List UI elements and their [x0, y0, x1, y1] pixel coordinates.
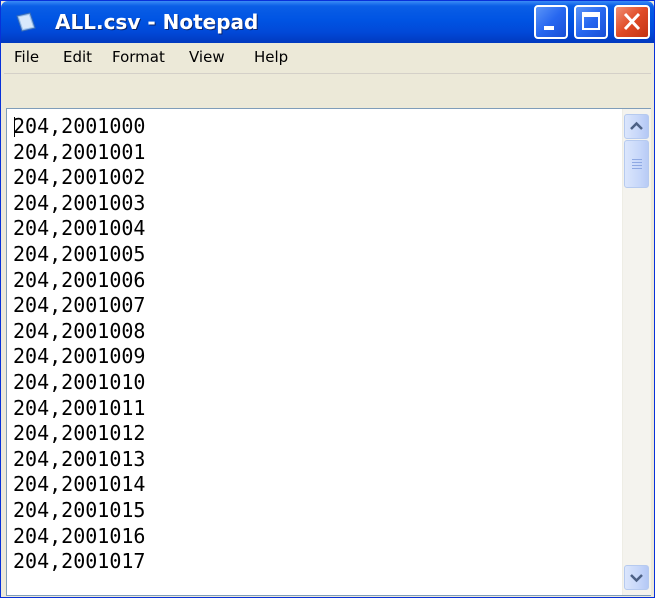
text-line: 204,2001014 [13, 472, 146, 497]
notepad-icon [16, 12, 36, 32]
text-line: 204,2001009 [13, 344, 146, 369]
menu-edit[interactable]: Edit [63, 48, 92, 66]
thumb-grip [632, 165, 642, 166]
arrow-up-icon [630, 121, 643, 130]
thumb-grip [632, 162, 642, 163]
window-title: ALL.csv - Notepad [55, 10, 259, 34]
arrow-down-icon [630, 574, 643, 583]
text-line: 204,2001002 [13, 165, 146, 190]
text-line: 204,2001017 [13, 549, 146, 574]
scroll-up-button[interactable] [624, 114, 649, 139]
vertical-scrollbar[interactable] [622, 109, 651, 595]
menu-help[interactable]: Help [254, 48, 288, 66]
close-button[interactable] [614, 5, 650, 39]
menu-view[interactable]: View [189, 48, 225, 66]
text-line: 204,2001005 [13, 241, 146, 266]
menu-format[interactable]: Format [112, 48, 165, 66]
minimize-button[interactable] [534, 5, 568, 39]
text-line: 204,2001001 [13, 139, 146, 164]
scroll-down-button[interactable] [624, 565, 649, 590]
text-line: 204,2001010 [13, 369, 146, 394]
minimize-icon [544, 26, 554, 30]
text-line: 204,2001012 [13, 421, 146, 446]
text-line: 204,2001013 [13, 446, 146, 471]
text-line: 204,2001006 [13, 267, 146, 292]
maximize-button[interactable] [574, 5, 608, 39]
text-line: 204,2001007 [13, 293, 146, 318]
text-line: 204,2001016 [13, 523, 146, 548]
text-line: 204,2001000 [13, 114, 146, 138]
title-bar[interactable]: ALL.csv - Notepad [1, 1, 654, 43]
text-line: 204,2001003 [13, 190, 146, 215]
text-line: 204,2001015 [13, 497, 146, 522]
thumb-grip [632, 159, 642, 160]
text-caret [14, 117, 15, 137]
text-line: 204,2001004 [13, 216, 146, 241]
text-line: 204,2001011 [13, 395, 146, 420]
menu-file[interactable]: File [14, 48, 39, 66]
close-icon [623, 12, 641, 31]
menu-bar: File Edit Format View Help [4, 43, 651, 74]
text-content[interactable]: 204,2001000 204,2001001 204,2001002 204,… [13, 114, 618, 594]
text-line: 204,2001008 [13, 318, 146, 343]
scrollbar-thumb[interactable] [624, 140, 649, 188]
thumb-grip [632, 168, 642, 169]
maximize-icon [582, 12, 600, 30]
